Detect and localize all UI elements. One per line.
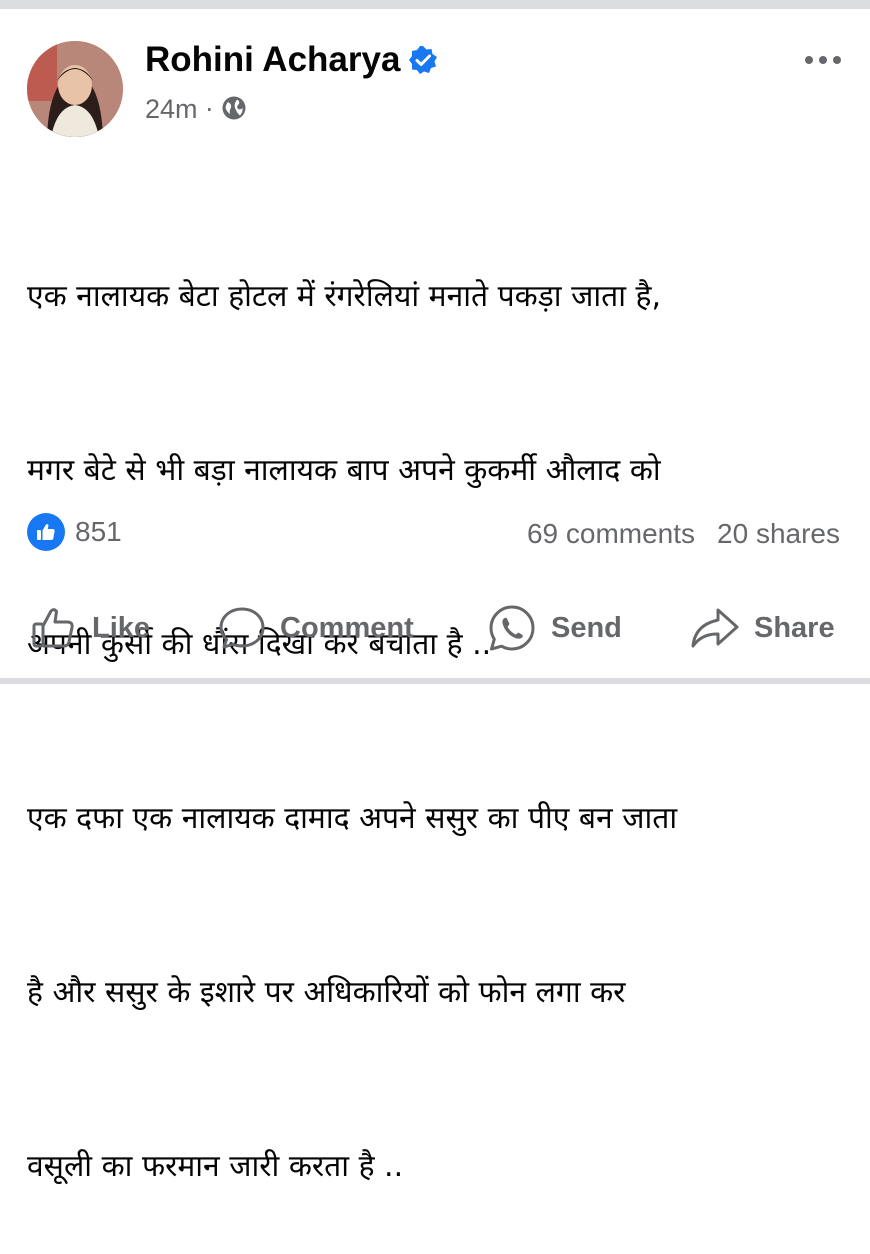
- bottom-divider: [0, 678, 870, 684]
- post-header: Rohini Acharya 24m ·: [27, 38, 847, 138]
- engagement-stats: 69 comments 20 shares: [527, 518, 840, 550]
- more-options-icon[interactable]: [799, 48, 847, 72]
- comment-bubble-icon: [218, 604, 266, 652]
- action-bar: Like Comment Send Share: [0, 598, 870, 658]
- post-text-line: मगर बेटे से भी बड़ा नालायक बाप अपने कुकर…: [27, 453, 661, 488]
- send-label: Send: [551, 611, 622, 644]
- post-meta: 24m ·: [145, 94, 247, 125]
- timestamp[interactable]: 24m: [145, 94, 198, 125]
- post-text-line: एक दफा एक नालायक दामाद अपने ससुर का पीए …: [27, 801, 678, 836]
- meta-separator: ·: [205, 95, 214, 124]
- post-text: एक नालायक बेटा होटल में रंगरेलियां मनाते…: [27, 152, 857, 1254]
- like-reaction-icon: [27, 513, 65, 551]
- avatar[interactable]: [27, 41, 123, 137]
- comment-label: Comment: [280, 611, 414, 644]
- whatsapp-icon: [487, 603, 537, 653]
- top-divider: [0, 0, 870, 9]
- post-text-line: वसूली का फरमान जारी करता है ..: [27, 1149, 404, 1184]
- verified-badge-icon: [408, 45, 438, 75]
- post-text-line: है और ससुर के इशारे पर अधिकारियों को फोन…: [27, 975, 626, 1010]
- author-name[interactable]: Rohini Acharya: [145, 40, 400, 80]
- comments-count[interactable]: 69 comments: [527, 518, 695, 550]
- shares-count[interactable]: 20 shares: [717, 518, 840, 550]
- name-row: Rohini Acharya: [145, 40, 438, 80]
- thumbs-up-icon: [30, 604, 78, 652]
- reaction-count: 851: [75, 516, 122, 547]
- share-arrow-icon: [690, 604, 740, 652]
- like-label: Like: [92, 611, 151, 644]
- globe-icon: [221, 95, 247, 125]
- reactions-summary[interactable]: 851: [27, 513, 122, 551]
- share-label: Share: [754, 611, 835, 644]
- send-button[interactable]: Send: [487, 598, 622, 658]
- like-button[interactable]: Like: [30, 598, 150, 658]
- comment-button[interactable]: Comment: [218, 598, 414, 658]
- share-button[interactable]: Share: [690, 598, 835, 658]
- post-text-line: एक नालायक बेटा होटल में रंगरेलियां मनाते…: [27, 279, 661, 314]
